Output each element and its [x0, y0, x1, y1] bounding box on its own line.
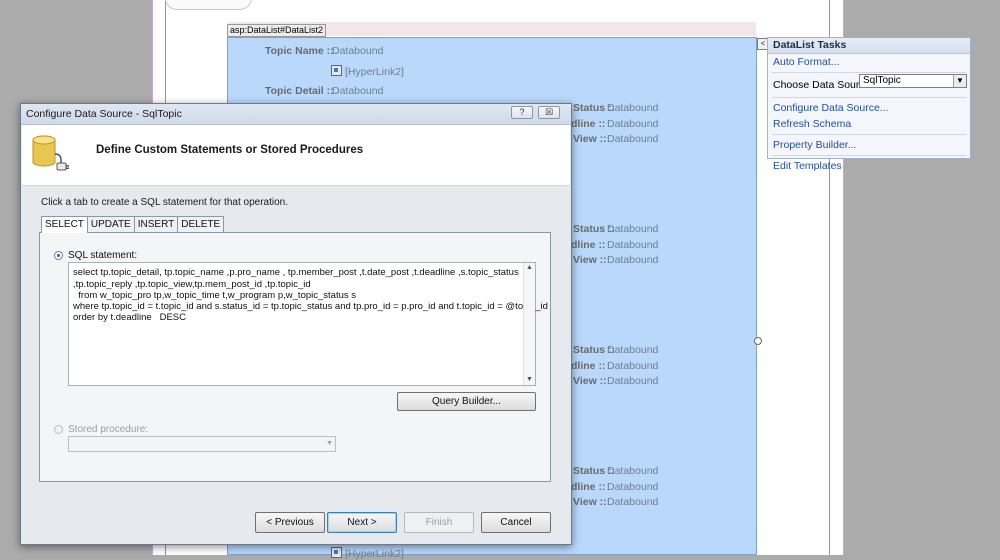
- close-button[interactable]: ☒: [538, 106, 560, 119]
- field-value: Databound: [332, 85, 384, 97]
- vertical-scrollbar[interactable]: ▲ ▼: [523, 263, 535, 385]
- help-button[interactable]: ?: [511, 106, 533, 119]
- divider: [772, 72, 966, 73]
- refresh-schema-link[interactable]: Refresh Schema: [768, 116, 970, 132]
- divider: [772, 155, 966, 156]
- field-value: Databound: [607, 254, 659, 266]
- query-builder-button[interactable]: Query Builder...: [397, 392, 536, 411]
- chevron-down-icon[interactable]: ▼: [953, 75, 966, 87]
- stored-procedure-radio[interactable]: [54, 425, 63, 434]
- property-builder-link[interactable]: Property Builder...: [768, 137, 970, 153]
- sql-line: order by t.deadline DESC: [73, 312, 187, 323]
- field-label: View ::: [573, 496, 607, 508]
- field-value: Databound: [607, 360, 659, 372]
- field-label: dline ::: [571, 360, 606, 372]
- field-value: Databound: [607, 239, 659, 251]
- finish-button[interactable]: Finish: [404, 512, 474, 533]
- divider: [772, 134, 966, 135]
- field-value: Databound: [607, 102, 659, 114]
- chevron-down-icon[interactable]: ▼: [326, 437, 333, 451]
- field-value: Databound: [607, 375, 659, 387]
- hyperlink-icon: [331, 65, 342, 76]
- previous-button[interactable]: < Previous: [255, 512, 325, 533]
- sql-line: from w_topic_pro tp,w_topic_time t,w_pro…: [73, 290, 357, 301]
- top-decoration: [165, 0, 252, 10]
- dialog-header: Define Custom Statements or Stored Proce…: [22, 125, 570, 186]
- field-value: Databound: [607, 133, 659, 145]
- data-source-select[interactable]: SqlTopic ▼: [859, 74, 967, 88]
- field-value: Databound: [607, 496, 659, 508]
- field-label: dline ::: [571, 481, 606, 493]
- hyperlink-control[interactable]: [HyperLink2]: [331, 547, 404, 560]
- data-source-value: SqlTopic: [863, 75, 901, 86]
- tab-insert[interactable]: INSERT: [133, 216, 179, 232]
- next-button[interactable]: Next >: [327, 512, 397, 533]
- field-label: View ::: [573, 254, 607, 266]
- field-value: Databound: [607, 344, 659, 356]
- cancel-button[interactable]: Cancel: [481, 512, 551, 533]
- sql-statement-radio[interactable]: [54, 251, 63, 260]
- field-label: View ::: [573, 375, 607, 387]
- scroll-up-icon[interactable]: ▲: [524, 263, 535, 273]
- stored-procedure-label[interactable]: Stored procedure:: [68, 424, 148, 435]
- field-label: Topic Detail ::: [265, 85, 334, 97]
- tab-update[interactable]: UPDATE: [86, 216, 135, 232]
- field-label: dline ::: [571, 118, 606, 130]
- dialog-titlebar[interactable]: Configure Data Source - SqlTopic ? ☒: [21, 104, 571, 125]
- statement-tabs: SELECT UPDATE INSERT DELETE: [41, 216, 225, 233]
- tab-select[interactable]: SELECT: [41, 216, 88, 233]
- field-label: View ::: [573, 133, 607, 145]
- scroll-down-icon[interactable]: ▼: [524, 375, 535, 385]
- hyperlink-control[interactable]: [HyperLink2]: [331, 65, 404, 78]
- sql-statement-label[interactable]: SQL statement:: [68, 250, 137, 261]
- configure-data-source-dialog: Configure Data Source - SqlTopic ? ☒ Def…: [20, 103, 572, 545]
- sql-line: ,tp.topic_reply ,tp.topic_view,tp.mem_po…: [73, 279, 311, 290]
- resize-handle[interactable]: [754, 337, 762, 345]
- configure-data-source-link[interactable]: Configure Data Source...: [768, 100, 970, 116]
- auto-format-link[interactable]: Auto Format...: [768, 54, 970, 70]
- select-tab-panel: SQL statement: select tp.topic_detail, t…: [39, 232, 551, 482]
- sql-line: where tp.topic_id = t.topic_id and s.sta…: [73, 301, 548, 312]
- field-value: Databound: [607, 465, 659, 477]
- sql-line: select tp.topic_detail, tp.topic_name ,p…: [73, 267, 519, 278]
- field-value: Databound: [607, 118, 659, 130]
- sql-statement-textarea[interactable]: select tp.topic_detail, tp.topic_name ,p…: [68, 262, 548, 386]
- database-icon: [32, 135, 69, 171]
- dialog-heading: Define Custom Statements or Stored Proce…: [96, 144, 364, 156]
- datalist-tasks-panel: DataList Tasks Auto Format... Choose Dat…: [767, 37, 971, 172]
- edit-templates-link[interactable]: Edit Templates: [768, 158, 970, 174]
- hyperlink-icon: [331, 547, 342, 558]
- control-tag[interactable]: asp:DataList#DataList2: [227, 24, 327, 37]
- tasks-title: DataList Tasks: [768, 38, 970, 54]
- divider: [772, 97, 966, 98]
- field-label: dline ::: [571, 239, 606, 251]
- stored-procedure-select[interactable]: ▼: [68, 436, 336, 452]
- tab-delete[interactable]: DELETE: [177, 216, 225, 232]
- field-value: Databound: [607, 481, 659, 493]
- field-value: Databound: [607, 223, 659, 235]
- field-value: Databound: [332, 45, 384, 57]
- field-label: Topic Name ::: [265, 45, 334, 57]
- dialog-title: Configure Data Source - SqlTopic: [26, 108, 182, 120]
- instruction-text: Click a tab to create a SQL statement fo…: [41, 197, 288, 208]
